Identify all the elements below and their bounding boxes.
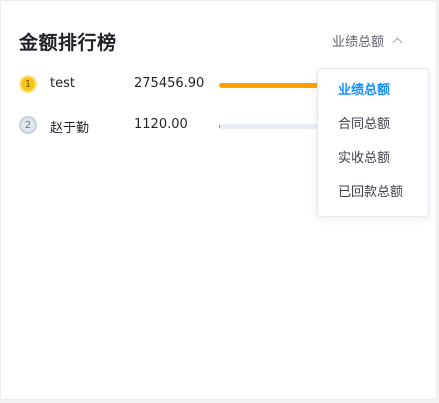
ranking-name: 赵于勤 — [50, 121, 90, 136]
ranking-amount: 1120.00 — [134, 117, 188, 132]
card-title: 金额排行榜 — [19, 32, 117, 54]
rank-badge-silver: 2 — [19, 116, 37, 134]
sort-metric-select[interactable]: 业绩总额 — [332, 31, 403, 50]
rank-badge-gold: 1 — [19, 75, 37, 93]
dropdown-option-contract-total[interactable]: 合同总额 — [318, 113, 428, 147]
sort-metric-label: 业绩总额 — [332, 35, 385, 50]
ranking-card: 金额排行榜 业绩总额 1 test 275456.90 2 赵于勤 1120.0… — [0, 0, 437, 400]
sort-metric-dropdown: 业绩总额 合同总额 实收总额 已回款总额 — [317, 68, 429, 217]
chevron-up-icon — [392, 37, 403, 48]
dropdown-option-received-total[interactable]: 实收总额 — [318, 147, 428, 181]
ranking-amount: 275456.90 — [134, 76, 205, 91]
dropdown-option-collected-total[interactable]: 已回款总额 — [318, 181, 428, 215]
dropdown-option-sales-total[interactable]: 业绩总额 — [318, 79, 428, 113]
ranking-bar-fill — [219, 124, 220, 129]
ranking-name: test — [50, 76, 75, 91]
